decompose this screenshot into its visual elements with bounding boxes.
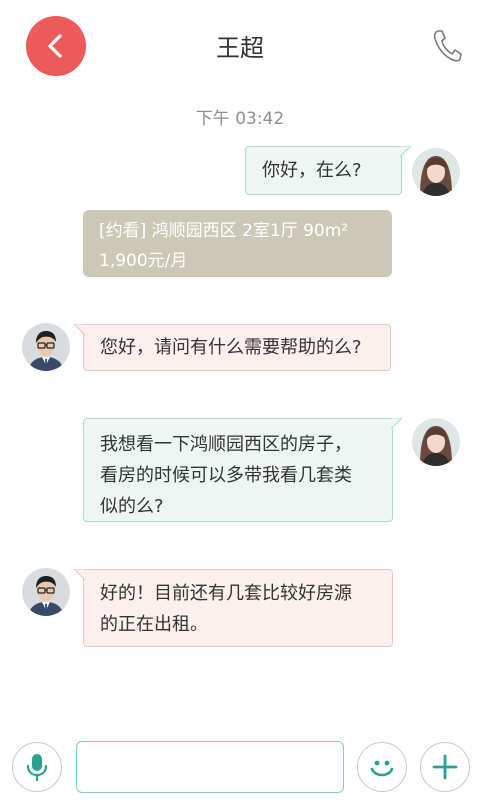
- chat-screen: 王超 下午 03:42 你好，在么? [约看] 鸿顺园西区 2室1厅 90m² …: [0, 0, 480, 800]
- female-user-avatar-icon: [412, 418, 460, 466]
- message-bubble-incoming[interactable]: 您好，请问有什么需要帮助的么?: [74, 324, 391, 371]
- emoji-button[interactable]: [357, 742, 407, 792]
- voice-button[interactable]: [12, 742, 62, 792]
- message-text-line: 的正在出租。: [100, 614, 208, 635]
- bubble-tail: [74, 569, 85, 581]
- microphone-icon: [26, 754, 48, 782]
- bubble-tail: [74, 324, 85, 336]
- message-text-line: 看房的时候可以多带我看几套类: [100, 465, 352, 486]
- avatar-agent[interactable]: [22, 323, 70, 371]
- avatar-me[interactable]: [412, 148, 460, 196]
- message-text-line: 我想看一下鸿顺园西区的房子，: [100, 434, 352, 455]
- message-text: 您好，请问有什么需要帮助的么?: [100, 337, 362, 358]
- message-text: 你好，在么?: [262, 160, 362, 181]
- message-timestamp: 下午 03:42: [195, 109, 285, 129]
- contact-name-title: 王超: [216, 34, 264, 62]
- phone-icon[interactable]: [432, 28, 462, 62]
- header: 王超: [0, 0, 480, 92]
- message-input-bar: [0, 730, 480, 800]
- message-text-line: 似的么?: [100, 496, 164, 517]
- bubble-tail: [391, 418, 402, 430]
- message-text-line: 好的！目前还有几套比较好房源: [100, 583, 352, 604]
- male-agent-avatar-icon: [22, 568, 70, 616]
- listing-card-title: [约看] 鸿顺园西区 2室1厅 90m²: [99, 221, 349, 241]
- message-bubble-outgoing[interactable]: 我想看一下鸿顺园西区的房子， 看房的时候可以多带我看几套类 似的么?: [83, 418, 402, 522]
- listing-card-price: 1,900元/月: [99, 251, 188, 271]
- smiley-icon: [370, 760, 394, 777]
- listing-card-message[interactable]: [约看] 鸿顺园西区 2室1厅 90m² 1,900元/月: [83, 210, 392, 277]
- message-input[interactable]: [76, 741, 344, 793]
- male-agent-avatar-icon: [22, 323, 70, 371]
- avatar-agent[interactable]: [22, 568, 70, 616]
- more-options-button[interactable]: [420, 742, 470, 792]
- avatar-me[interactable]: [412, 418, 460, 466]
- plus-icon: [432, 754, 458, 780]
- message-bubble-incoming[interactable]: 好的！目前还有几套比较好房源 的正在出租。: [74, 569, 393, 647]
- bubble-tail: [400, 146, 411, 158]
- female-user-avatar-icon: [412, 148, 460, 196]
- message-bubble-outgoing[interactable]: 你好，在么?: [245, 146, 411, 195]
